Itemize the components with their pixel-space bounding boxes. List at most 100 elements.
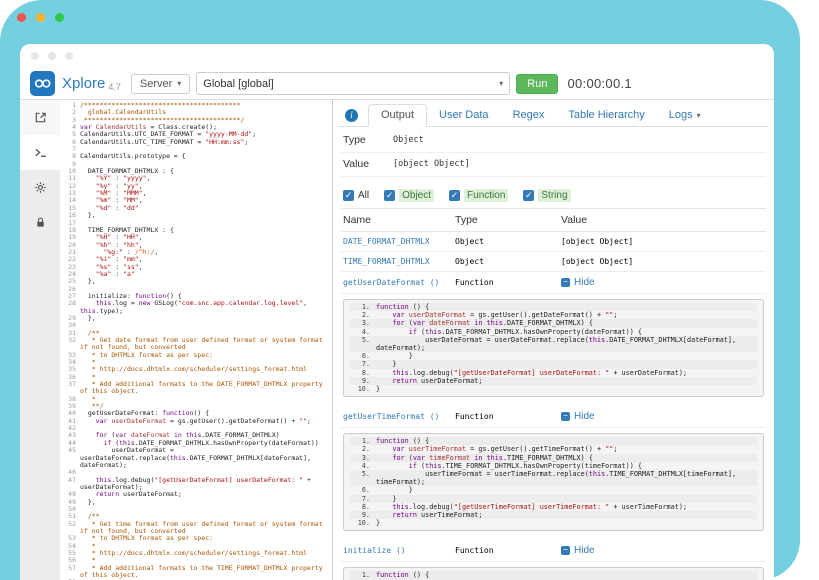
code-text: }, xyxy=(80,212,332,219)
editor-line: 8CalendarUtils.prototype = { xyxy=(60,153,332,160)
editor-line: 57 * Add additional formats to the TIME_… xyxy=(60,565,332,580)
code-line: 9. return userTimeFormat; xyxy=(350,511,757,519)
code-text: } xyxy=(376,486,413,494)
settings-button[interactable] xyxy=(20,170,60,205)
code-line: 9. return userDateFormat; xyxy=(350,377,757,385)
code-text: } xyxy=(376,385,380,393)
minimize-window-button[interactable] xyxy=(36,13,45,22)
code-text: * Add additional formats to the TIME_FOR… xyxy=(80,565,332,580)
line-number: 1. xyxy=(350,303,376,311)
server-dropdown-button[interactable]: Server ▾ xyxy=(131,74,190,94)
editor-line: 29 }, xyxy=(60,315,332,322)
script-console-button[interactable] xyxy=(20,135,60,170)
code-text: var userDateFormat = gs.getUser().getDat… xyxy=(376,311,617,319)
zoom-window-button[interactable] xyxy=(55,13,64,22)
code-text: userDateFormat = userDateFormat.replace(… xyxy=(80,447,332,469)
app-window: Xplore 4.7 Server ▾ Global [global] ▾ Ru… xyxy=(20,44,774,580)
browser-frame: Xplore 4.7 Server ▾ Global [global] ▾ Ru… xyxy=(0,0,800,580)
chrome-dot-icon xyxy=(31,52,39,60)
function-source-block: 1.function () {2. this.log = new GSLog("… xyxy=(343,567,764,580)
property-link[interactable]: getUserTimeFormat () xyxy=(343,412,455,421)
script-editor[interactable]: 1/**************************************… xyxy=(60,100,333,580)
code-text: * xyxy=(80,396,332,403)
line-number: 3 xyxy=(60,117,80,124)
line-number: 3. xyxy=(350,454,376,462)
hide-toggle[interactable]: −Hide xyxy=(561,411,764,422)
editor-line: 32 * Get date format from user defined f… xyxy=(60,337,332,352)
code-text: * to DHTMLX format as per spec: xyxy=(80,352,332,359)
code-line: 3. for (var timeFormat in this.TIME_FORM… xyxy=(350,454,757,462)
hide-label: Hide xyxy=(574,411,595,422)
code-text: this.log.debug("[getUserDateFormat] user… xyxy=(80,477,332,492)
editor-line: 50 xyxy=(60,506,332,513)
property-link[interactable]: DATE_FORMAT_DHTMLX xyxy=(343,237,455,246)
cell-type: Object xyxy=(455,257,561,266)
tab-table-hierarchy[interactable]: Table Hierarchy xyxy=(556,105,656,126)
line-number: 37 xyxy=(60,381,80,396)
run-button[interactable]: Run xyxy=(516,74,558,94)
code-text: "%d" : "dd" xyxy=(80,205,332,212)
code-text: for (var dateFormat in this.DATE_FORMAT_… xyxy=(376,319,593,327)
result-type-label: Type xyxy=(343,134,393,146)
checkbox-icon[interactable]: ✓ xyxy=(449,190,460,201)
filter-object[interactable]: ✓Object xyxy=(384,189,434,202)
close-window-button[interactable] xyxy=(17,13,26,22)
checkbox-icon[interactable]: ✓ xyxy=(384,190,395,201)
hide-label: Hide xyxy=(574,545,595,556)
code-text: * Get date format from user defined form… xyxy=(80,337,332,352)
scope-select[interactable]: Global [global] ▾ xyxy=(196,72,510,95)
property-link[interactable]: getUserDateFormat () xyxy=(343,278,455,287)
info-icon[interactable]: i xyxy=(345,109,358,122)
property-link[interactable]: initialize () xyxy=(343,546,455,555)
security-button[interactable] xyxy=(20,205,60,240)
line-number: 7 xyxy=(60,146,80,153)
line-number: 8 xyxy=(60,153,80,160)
cell-type: Function xyxy=(455,412,561,421)
filter-all[interactable]: ✓All xyxy=(343,190,369,201)
code-text: return userTimeFormat; xyxy=(376,511,482,519)
hide-toggle[interactable]: −Hide xyxy=(561,545,764,556)
lock-icon xyxy=(34,216,47,229)
editor-line: 37 * Add additional formats to the DATE_… xyxy=(60,381,332,396)
cell-value: [object Object] xyxy=(561,237,764,246)
property-link[interactable]: TIME_FORMAT_DHTMLX xyxy=(343,257,455,266)
code-line: 8. this.log.debug("[getUserDateFormat] u… xyxy=(350,369,757,377)
filter-function[interactable]: ✓Function xyxy=(449,189,508,202)
line-number: 4 xyxy=(60,124,80,131)
code-text: var userDateFormat = gs.getUser().getDat… xyxy=(80,418,332,425)
line-number: 7. xyxy=(350,495,376,503)
tab-logs[interactable]: Logs ▾ xyxy=(657,105,713,126)
tab-user-data[interactable]: User Data xyxy=(427,105,501,126)
line-number: 10. xyxy=(350,519,376,527)
code-line: 7. } xyxy=(350,360,757,368)
code-text: return userDateFormat; xyxy=(80,491,332,498)
code-text: if (this.DATE_FORMAT_DHTMLX.hasOwnProper… xyxy=(376,328,642,336)
hide-toggle[interactable]: −Hide xyxy=(561,277,764,288)
result-value-row: Value [object Object] xyxy=(341,153,766,177)
cell-value: [object Object] xyxy=(561,257,764,266)
open-in-new-window-button[interactable] xyxy=(20,100,60,135)
line-number: 8. xyxy=(350,369,376,377)
collapse-icon: − xyxy=(561,412,570,421)
code-line: 2. var userDateFormat = gs.getUser().get… xyxy=(350,311,757,319)
tab-regex[interactable]: Regex xyxy=(501,105,557,126)
cell-type: Object xyxy=(455,237,561,246)
code-text: var userTimeFormat = gs.getUser().getTim… xyxy=(376,445,617,453)
filter-string[interactable]: ✓ String xyxy=(523,189,570,202)
code-text: * http://docs.dhtmlx.com/scheduler/setti… xyxy=(80,550,332,557)
line-number: 6. xyxy=(350,352,376,360)
chevron-down-icon: ▾ xyxy=(499,79,503,88)
collapse-icon: − xyxy=(561,546,570,555)
code-text: "%a" : "a" xyxy=(80,271,332,278)
chrome-dot-icon xyxy=(65,52,73,60)
result-type-value: Object xyxy=(393,135,424,145)
filter-label: String xyxy=(538,189,570,202)
editor-line: 6CalendarUtils.UTC_TIME_FORMAT = "HH:mm:… xyxy=(60,139,332,146)
line-number: 4. xyxy=(350,462,376,470)
checkbox-icon[interactable]: ✓ xyxy=(523,190,534,201)
editor-line: 15 "%d" : "dd" xyxy=(60,205,332,212)
tab-output[interactable]: Output xyxy=(368,104,427,127)
checkbox-icon[interactable]: ✓ xyxy=(343,190,354,201)
app-version: 4.7 xyxy=(108,82,121,92)
editor-line: 47 this.log.debug("[getUserDateFormat] u… xyxy=(60,477,332,492)
